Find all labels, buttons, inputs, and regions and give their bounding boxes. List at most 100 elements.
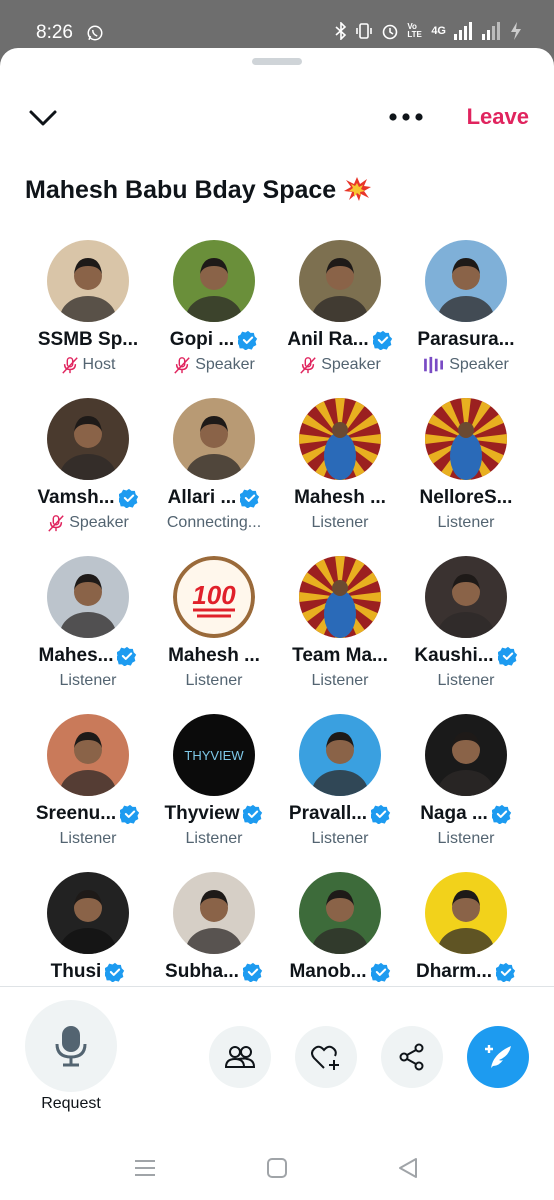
avatar[interactable]	[425, 240, 507, 322]
participant-role: Listener	[185, 672, 243, 689]
chevron-down-icon[interactable]	[28, 106, 58, 130]
participant-name: Dharm...	[415, 961, 493, 982]
participant-name: Mahesh ...	[168, 645, 260, 666]
avatar[interactable]: THYVIEW	[173, 714, 255, 796]
participant-name-row: Subha...	[151, 960, 277, 984]
volte-label: Vo LTE	[407, 22, 422, 39]
avatar[interactable]	[47, 240, 129, 322]
participant-role-row: Speaker	[151, 354, 277, 376]
avatar[interactable]	[47, 398, 129, 480]
avatar[interactable]	[299, 714, 381, 796]
participant-role-row: Listener	[25, 670, 151, 692]
participant-role-row: Speaker	[403, 354, 529, 376]
participant-card[interactable]: Sreenu... Listener	[25, 714, 151, 864]
participant-name-row: Thusi	[25, 960, 151, 984]
participant-role: Connecting...	[166, 514, 262, 531]
participant-name: Pravall...	[288, 803, 368, 824]
avatar[interactable]	[299, 872, 381, 954]
avatar[interactable]	[173, 872, 255, 954]
avatar[interactable]	[47, 556, 129, 638]
avatar[interactable]	[299, 240, 381, 322]
avatar[interactable]	[47, 872, 129, 954]
participant-card[interactable]: Thusi	[25, 872, 151, 984]
avatar[interactable]	[425, 872, 507, 954]
participant-card[interactable]: Subha...	[151, 872, 277, 984]
participant-card[interactable]: Anil Ra... Speaker	[277, 240, 403, 390]
leave-button[interactable]: Leave	[467, 104, 529, 130]
avatar-image	[299, 714, 381, 796]
participant-card[interactable]: Naga ... Listener	[403, 714, 529, 864]
avatar-image	[425, 872, 507, 954]
participant-role: Listener	[185, 830, 243, 847]
space-sheet: Leave Mahesh Babu Bday Space SSMB Sp... H…	[0, 48, 554, 1200]
menu-icon[interactable]	[133, 1156, 157, 1180]
participant-card[interactable]: THYVIEW Thyview Listener	[151, 714, 277, 864]
react-button[interactable]	[295, 1026, 357, 1088]
participant-card[interactable]: Mahes... Listener	[25, 556, 151, 706]
participant-card[interactable]: SSMB Sp... Host	[25, 240, 151, 390]
participant-card[interactable]: Vamsh... Speaker	[25, 398, 151, 548]
participant-role: Listener	[311, 672, 369, 689]
verified-badge-icon	[370, 962, 390, 982]
participant-role: Listener	[437, 672, 495, 689]
avatar[interactable]	[425, 556, 507, 638]
more-options-icon[interactable]	[386, 102, 426, 132]
space-title: Mahesh Babu Bday Space	[25, 176, 372, 205]
status-icons: Vo LTE 4G	[335, 22, 522, 40]
participant-name: Thyview	[164, 803, 240, 824]
participant-role: Listener	[437, 830, 495, 847]
share-button[interactable]	[381, 1026, 443, 1088]
avatar[interactable]	[47, 714, 129, 796]
avatar[interactable]	[173, 240, 255, 322]
participant-name-row: Gopi ...	[151, 328, 277, 352]
participant-role-row: Listener	[277, 828, 403, 850]
participant-card[interactable]: NelloreS... Listener	[403, 398, 529, 548]
participant-card[interactable]: Mahesh ... Listener	[277, 398, 403, 548]
back-icon[interactable]	[396, 1156, 420, 1180]
avatar-image	[299, 872, 381, 954]
avatar-image	[425, 398, 507, 480]
avatar-image	[47, 714, 129, 796]
participant-name-row: Team Ma...	[277, 644, 403, 668]
avatar[interactable]	[173, 398, 255, 480]
avatar[interactable]: 100	[173, 556, 255, 638]
alarm-icon	[383, 24, 398, 40]
thyview-logo-text: THYVIEW	[184, 748, 244, 763]
participant-name-row: Thyview	[151, 802, 277, 826]
participant-name: Sreenu...	[35, 803, 117, 824]
participant-name-row: Mahesh ...	[277, 486, 403, 510]
participant-name-row: Mahes...	[25, 644, 151, 668]
verified-badge-icon	[371, 804, 391, 824]
drag-handle[interactable]	[252, 58, 302, 65]
avatar-image: 100	[173, 556, 255, 638]
participant-name: Anil Ra...	[287, 329, 369, 350]
participant-name: Parasura...	[417, 329, 515, 350]
avatar[interactable]	[299, 556, 381, 638]
avatar[interactable]	[425, 398, 507, 480]
participant-role-row: Listener	[403, 512, 529, 534]
participant-card[interactable]: 100 Mahesh ... Listener	[151, 556, 277, 706]
avatar-image	[299, 398, 381, 480]
participant-role: Speaker	[321, 356, 381, 373]
participant-card[interactable]: Parasura... Speaker	[403, 240, 529, 390]
hundred-emoji-text: 100	[192, 580, 236, 610]
compose-tweet-button[interactable]	[467, 1026, 529, 1088]
participant-card[interactable]: Gopi ... Speaker	[151, 240, 277, 390]
participant-name: SSMB Sp...	[37, 329, 139, 350]
participant-card[interactable]: Allari ... Connecting...	[151, 398, 277, 548]
participant-card[interactable]: Pravall... Listener	[277, 714, 403, 864]
participant-card[interactable]: Kaushi... Listener	[403, 556, 529, 706]
avatar[interactable]	[425, 714, 507, 796]
avatar[interactable]	[299, 398, 381, 480]
participant-name-row: SSMB Sp...	[25, 328, 151, 352]
participant-name: Mahesh ...	[294, 487, 386, 508]
verified-badge-icon	[238, 330, 258, 350]
home-icon[interactable]	[265, 1156, 289, 1180]
participant-card[interactable]: Team Ma... Listener	[277, 556, 403, 706]
people-button[interactable]	[209, 1026, 271, 1088]
request-mic-button[interactable]	[25, 1000, 117, 1092]
whatsapp-icon	[87, 25, 103, 41]
participant-card[interactable]: Manob...	[277, 872, 403, 984]
verified-badge-icon	[243, 804, 263, 824]
participant-card[interactable]: Dharm...	[403, 872, 529, 984]
